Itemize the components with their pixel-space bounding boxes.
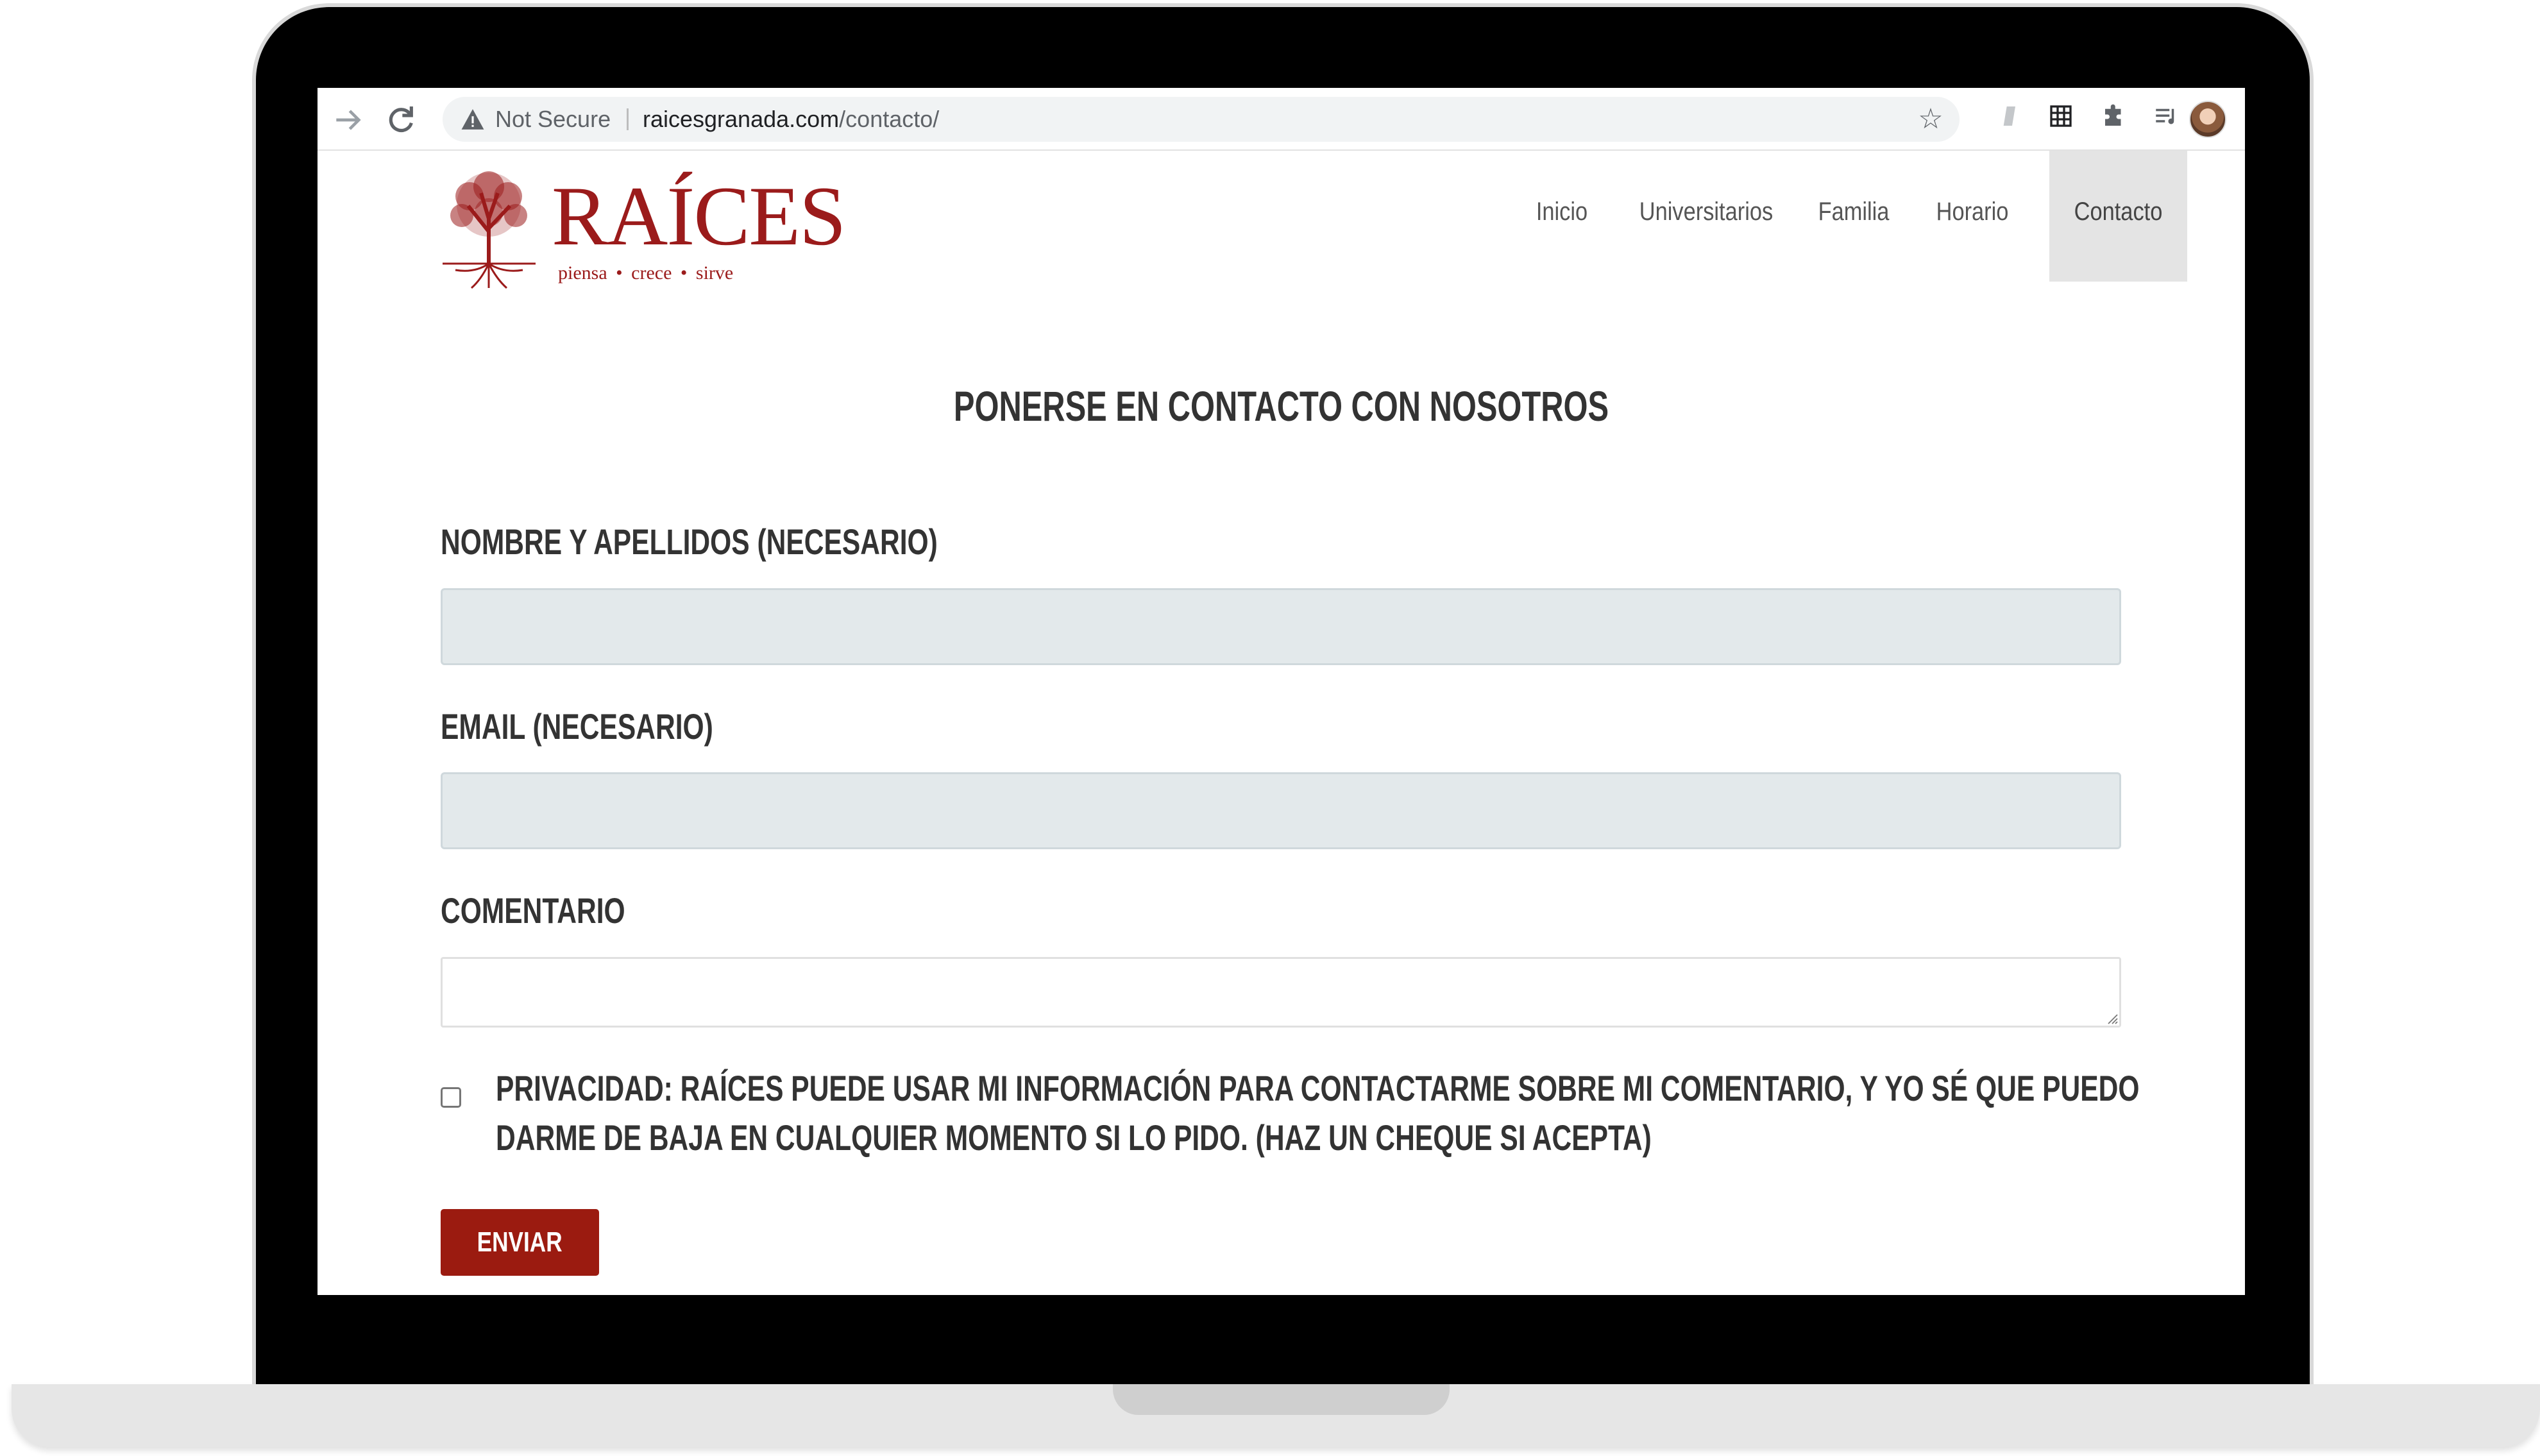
resize-handle-icon[interactable]	[2107, 1013, 2119, 1025]
nav-item-inicio[interactable]: Inicio	[1523, 151, 1600, 282]
submit-button[interactable]: ENVIAR	[441, 1209, 599, 1276]
privacy-checkbox[interactable]	[441, 1087, 461, 1108]
comment-field[interactable]	[441, 957, 2121, 1028]
forward-arrow-icon[interactable]	[330, 102, 366, 138]
laptop-notch	[1113, 1384, 1450, 1415]
website: Inicio Universitarios Familia Horario Co…	[318, 151, 2245, 1295]
profile-avatar[interactable]	[2189, 101, 2226, 138]
nav-item-contacto[interactable]: Contacto	[2059, 151, 2178, 282]
screen: Not Secure raicesgranada.com/contacto/ ☆…	[318, 88, 2245, 1295]
omnibox-divider	[627, 108, 629, 130]
nav-item-horario[interactable]: Horario	[1928, 151, 2017, 282]
email-field-label: EMAIL (NECESARIO)	[441, 706, 713, 747]
logo-tagline: piensa • crece • sirve	[558, 262, 734, 284]
comment-field-label: COMENTARIO	[441, 890, 625, 931]
nav-item-universitarios[interactable]: Universitarios	[1638, 151, 1775, 282]
logo-wordmark: RAÍCES	[552, 169, 846, 263]
url-domain: raicesgranada.com	[643, 106, 840, 132]
nav-item-familia[interactable]: Familia	[1813, 151, 1895, 282]
address-bar[interactable]: Not Secure raicesgranada.com/contacto/ ☆	[443, 97, 1960, 142]
extension-icon[interactable]	[1993, 103, 2025, 135]
url-path: /contacto/	[839, 106, 940, 132]
privacy-consent-text: PRIVACIDAD: RAÍCES PUEDE USAR MI INFORMA…	[496, 1068, 2140, 1158]
tree-logo-icon	[443, 171, 536, 289]
grid-icon[interactable]	[2045, 103, 2077, 135]
email-field[interactable]	[441, 772, 2121, 849]
submit-button-label: ENVIAR	[477, 1226, 563, 1258]
star-icon[interactable]: ☆	[1916, 105, 1945, 134]
media-icon[interactable]	[2150, 103, 2182, 135]
security-label: Not Secure	[495, 106, 611, 132]
url-text[interactable]: raicesgranada.com/contacto/	[643, 97, 939, 142]
warning-icon	[461, 109, 484, 130]
puzzle-icon[interactable]	[2098, 103, 2130, 135]
browser-toolbar: Not Secure raicesgranada.com/contacto/ ☆	[318, 88, 2245, 151]
site-logo[interactable]: RAÍCES piensa • crece • sirve	[436, 167, 846, 289]
name-field-label: NOMBRE Y APELLIDOS (NECESARIO)	[441, 521, 938, 562]
reload-icon[interactable]	[383, 102, 419, 138]
page-title: PONERSE EN CONTACTO CON NOSOTROS	[953, 382, 1609, 430]
name-field[interactable]	[441, 588, 2121, 665]
